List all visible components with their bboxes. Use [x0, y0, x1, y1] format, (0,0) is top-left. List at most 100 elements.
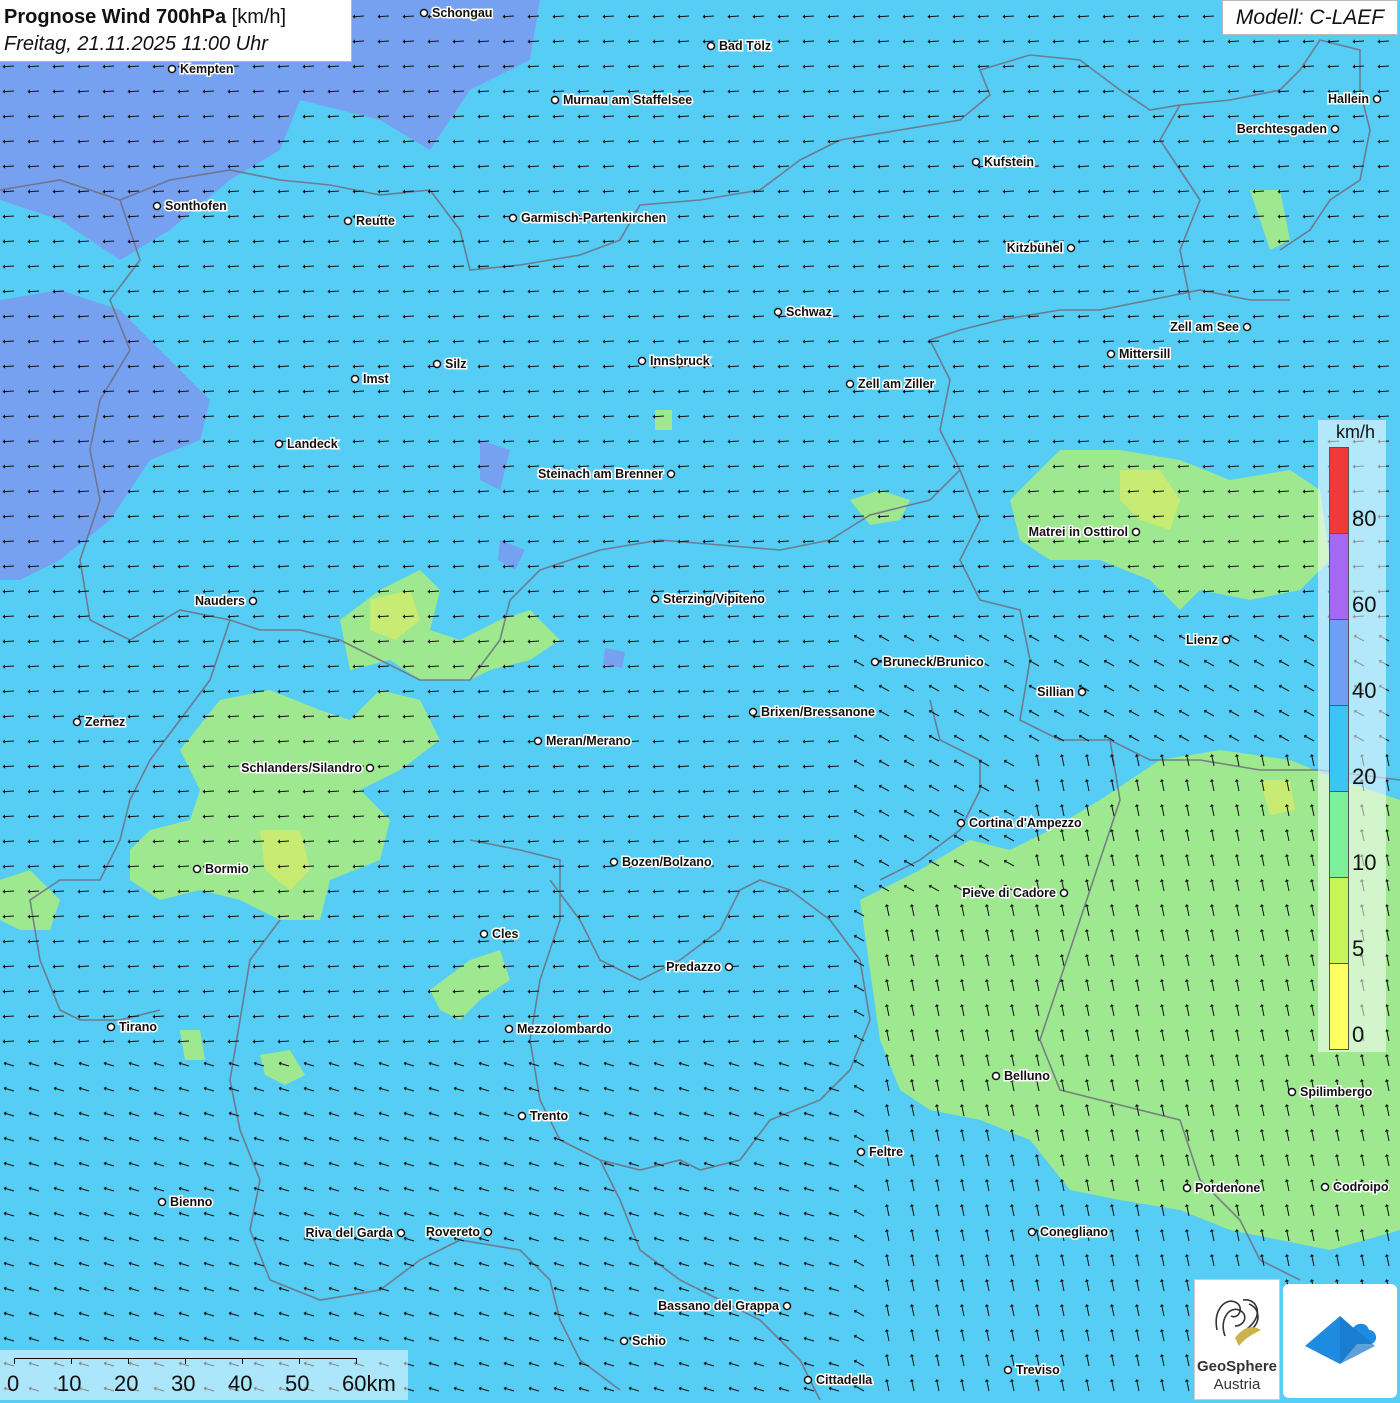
legend-tick-label: 40 — [1352, 678, 1376, 704]
scale-label: 10 — [57, 1371, 81, 1397]
app-logo[interactable] — [1283, 1284, 1397, 1398]
model-label: Modell: C-LAEF — [1222, 0, 1398, 35]
city-dot — [434, 361, 441, 368]
geosphere-swirl-icon — [1195, 1280, 1279, 1356]
geosphere-logo[interactable]: GeoSphere Austria — [1194, 1279, 1280, 1400]
city-label: Zell am See — [1170, 320, 1239, 334]
city-label: Reutte — [356, 214, 395, 228]
scale-label: 20 — [114, 1371, 138, 1397]
city-label: Steinach am Brenner — [538, 467, 663, 481]
title-unit: [km/h] — [232, 6, 286, 28]
scale-tick — [356, 1358, 357, 1364]
city-label: Treviso — [1016, 1363, 1060, 1377]
city-dot — [973, 159, 980, 166]
city-label: Bruneck/Brunico — [883, 655, 984, 669]
city-dot — [352, 376, 359, 383]
legend-tick-label: 0 — [1352, 1022, 1364, 1048]
city-marker: Zell am See — [1170, 320, 1250, 334]
city-dot — [847, 381, 854, 388]
legend-swatch — [1330, 534, 1348, 620]
city-dot — [872, 659, 879, 666]
city-label: Feltre — [869, 1145, 903, 1159]
legend-color-bar — [1329, 447, 1349, 1050]
city-label: Codroipo — [1333, 1180, 1389, 1194]
city-label: Zell am Ziller — [858, 377, 935, 391]
legend-tick-label: 60 — [1352, 592, 1376, 618]
city-label: Cittadella — [816, 1373, 873, 1387]
city-dot — [726, 964, 733, 971]
legend-tick-label: 20 — [1352, 764, 1376, 790]
city-marker: Schlanders/Silandro — [241, 761, 373, 775]
legend-tick-label: 10 — [1352, 850, 1376, 876]
city-dot — [1108, 351, 1115, 358]
city-label: Hallein — [1328, 92, 1369, 106]
city-dot — [1322, 1184, 1329, 1191]
city-label: Trento — [530, 1109, 569, 1123]
city-label: Matrei in Osttirol — [1029, 525, 1128, 539]
city-dot — [993, 1073, 1000, 1080]
city-dot — [1184, 1185, 1191, 1192]
city-marker: Innsbruck — [639, 354, 710, 368]
city-dot — [1079, 689, 1086, 696]
city-label: Brixen/Bressanone — [761, 705, 875, 719]
city-marker: Steinach am Brenner — [538, 467, 675, 481]
city-dot — [775, 309, 782, 316]
city-label: Cles — [492, 927, 518, 941]
city-marker: Bozen/Bolzano — [611, 855, 712, 869]
city-dot — [611, 859, 618, 866]
city-label: Pieve di Cadore — [962, 886, 1056, 900]
map-title: Prognose Wind 700hPa [km/h] — [4, 3, 347, 31]
city-dot — [519, 1113, 526, 1120]
scale-tick — [299, 1358, 300, 1364]
legend-swatch — [1330, 620, 1348, 706]
city-dot — [194, 866, 201, 873]
city-dot — [169, 66, 176, 73]
city-dot — [535, 738, 542, 745]
city-label: Nauders — [195, 594, 245, 608]
app-cloud-arrow-icon — [1283, 1284, 1397, 1398]
city-dot — [481, 931, 488, 938]
city-label: Belluno — [1004, 1069, 1050, 1083]
forecast-datetime: Freitag, 21.11.2025 11:00 Uhr — [4, 31, 347, 57]
scale-tick — [71, 1358, 72, 1364]
city-marker: Garmisch-Partenkirchen — [510, 211, 667, 225]
city-label: Schlanders/Silandro — [241, 761, 362, 775]
city-label: Schwaz — [786, 305, 832, 319]
city-marker: Cortina d'Ampezzo — [958, 816, 1083, 830]
city-marker: Schongau — [421, 6, 493, 20]
city-dot — [1029, 1229, 1036, 1236]
city-dot — [108, 1024, 115, 1031]
city-label: Innsbruck — [650, 354, 710, 368]
city-label: Kempten — [180, 62, 233, 76]
city-dot — [1374, 96, 1381, 103]
city-dot — [485, 1229, 492, 1236]
scale-tick — [185, 1358, 186, 1364]
city-label: Cortina d'Ampezzo — [969, 816, 1082, 830]
city-dot — [506, 1026, 513, 1033]
scale-label: 0 — [7, 1371, 19, 1397]
city-dot — [276, 441, 283, 448]
scale-bar: 0102030405060km — [0, 1350, 408, 1400]
city-label: Mezzolombardo — [517, 1022, 612, 1036]
city-label: Berchtesgaden — [1237, 122, 1327, 136]
city-marker: Sonthofen — [154, 199, 227, 213]
city-marker: Zell am Ziller — [847, 377, 935, 391]
city-marker: Sterzing/Vipiteno — [652, 592, 766, 606]
city-label: Schio — [632, 1334, 666, 1348]
scale-tick — [14, 1358, 15, 1364]
wind-map[interactable]: SchongauBad TölzKemptenMurnau am Staffel… — [0, 0, 1400, 1400]
city-label: Meran/Merano — [546, 734, 631, 748]
city-label: Predazzo — [666, 960, 721, 974]
city-label: Spilimbergo — [1300, 1085, 1373, 1099]
city-dot — [1005, 1367, 1012, 1374]
city-label: Lienz — [1186, 633, 1218, 647]
city-marker: Riva del Garda — [305, 1226, 404, 1240]
title-text: Prognose Wind 700hPa — [4, 6, 226, 28]
city-dot — [1332, 126, 1339, 133]
scale-tick — [128, 1358, 129, 1364]
city-dot — [708, 43, 715, 50]
legend-swatch — [1330, 964, 1348, 1050]
city-label: Garmisch-Partenkirchen — [521, 211, 666, 225]
city-dot — [345, 218, 352, 225]
city-label: Bozen/Bolzano — [622, 855, 712, 869]
